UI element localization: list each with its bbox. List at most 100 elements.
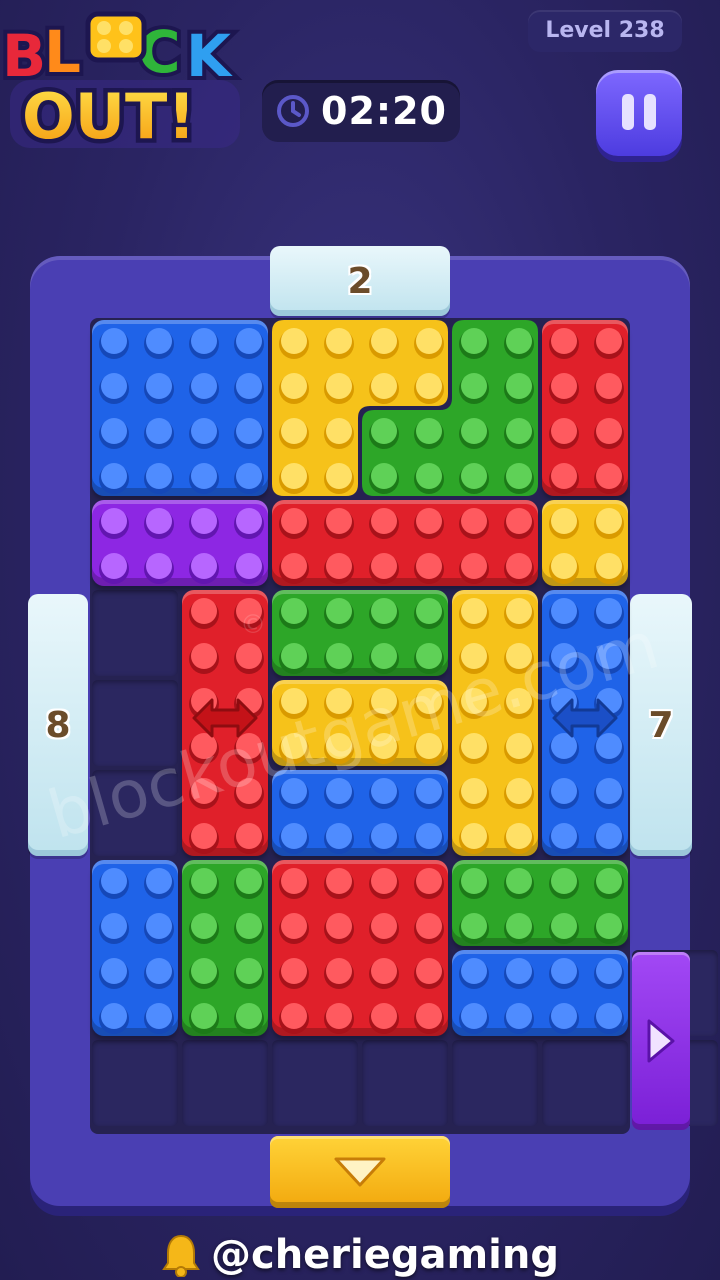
lego-stud-top [326,463,352,489]
lego-stud-top [236,463,262,489]
lego-stud-top [236,643,262,669]
lego-stud-top [506,418,532,444]
yellow-block[interactable] [542,500,628,586]
green-block[interactable] [182,860,268,1036]
lego-stud-top [236,1003,262,1029]
yellow-block[interactable] [272,680,448,766]
lego-stud-top [506,868,532,894]
empty-cell [92,770,178,856]
green-l-block[interactable] [362,320,538,496]
pause-icon [622,94,634,130]
blue-block[interactable] [92,320,268,496]
left-gate-count: 8 [45,704,71,746]
lego-studs [279,868,444,1034]
lego-stud-top [371,958,397,984]
lego-stud-top [101,328,127,354]
lego-stud-top [506,778,532,804]
lego-stud-top [461,1003,487,1029]
lego-stud-top [236,328,262,354]
lego-stud-top [191,958,217,984]
lego-studs [99,868,174,1034]
lego-stud-top [371,508,397,534]
yellow-block[interactable] [452,590,538,856]
lego-stud-top [326,508,352,534]
red-block[interactable] [542,320,628,496]
lego-stud-top [326,778,352,804]
lego-stud-top [101,373,127,399]
handle-text: @cheriegaming [210,1232,559,1278]
lego-stud-top [281,598,307,624]
lego-stud-top [281,778,307,804]
lego-studs [99,328,264,494]
lego-stud-top [236,778,262,804]
lego-stud-top [416,958,442,984]
lego-stud-top [371,553,397,579]
lego-stud-top [551,1003,577,1029]
lego-stud-top [146,553,172,579]
lego-stud-top [461,553,487,579]
lego-stud-top [506,328,532,354]
blue-block[interactable] [92,860,178,1036]
lego-stud-top [371,418,397,444]
empty-cell [272,1040,358,1126]
lego-stud-top [326,553,352,579]
lego-stud-top [236,913,262,939]
lego-stud-top [281,1003,307,1029]
lego-stud-top [146,328,172,354]
red-block[interactable] [272,860,448,1036]
empty-cell [362,1040,448,1126]
lego-stud-top [281,508,307,534]
lego-studs [279,778,444,854]
bell-icon [162,1234,200,1277]
lego-stud-top [281,643,307,669]
blue-block[interactable] [452,950,628,1036]
lego-stud-top [461,868,487,894]
lego-stud-top [146,463,172,489]
pause-button[interactable] [596,70,682,156]
lego-stud-top [461,958,487,984]
lego-stud-top [416,598,442,624]
lego-stud-top [596,1003,622,1029]
lego-studs [279,598,444,674]
lego-stud-top [326,598,352,624]
logo-graphic: B L C K OUT! [0,11,240,158]
lego-stud-top [236,553,262,579]
lego-stud-top [596,958,622,984]
lego-stud-top [461,913,487,939]
green-block[interactable] [452,860,628,946]
lego-studs [459,958,624,1034]
lego-stud-top [551,598,577,624]
lego-stud-top [281,688,307,714]
lego-stud-top [551,328,577,354]
lego-stud-top [191,598,217,624]
lego-stud-top [551,508,577,534]
lego-stud-top [281,463,307,489]
lego-stud-top [281,958,307,984]
lego-stud-top [461,823,487,849]
purple-block[interactable] [92,500,268,586]
timer-display: 02:20 [262,80,460,142]
lego-stud-top [596,418,622,444]
green-block[interactable] [272,590,448,676]
lego-stud-top [506,373,532,399]
lego-stud-top [506,643,532,669]
red-block[interactable] [272,500,538,586]
blue-block[interactable] [272,770,448,856]
lego-stud-top [281,373,307,399]
lego-stud-top [146,868,172,894]
lego-stud-top [416,688,442,714]
lego-stud-top [281,868,307,894]
lego-stud-top [281,823,307,849]
lego-stud-top [281,418,307,444]
lego-stud-top [596,373,622,399]
lego-stud-top [551,373,577,399]
lego-stud-top [551,643,577,669]
lego-stud-top [326,913,352,939]
lego-stud-top [326,733,352,759]
lego-stud-top [596,643,622,669]
lego-stud-top [596,463,622,489]
lego-stud-top [236,958,262,984]
empty-cell [92,1040,178,1126]
left-gate: 8 [28,594,88,856]
empty-cell [542,1040,628,1126]
